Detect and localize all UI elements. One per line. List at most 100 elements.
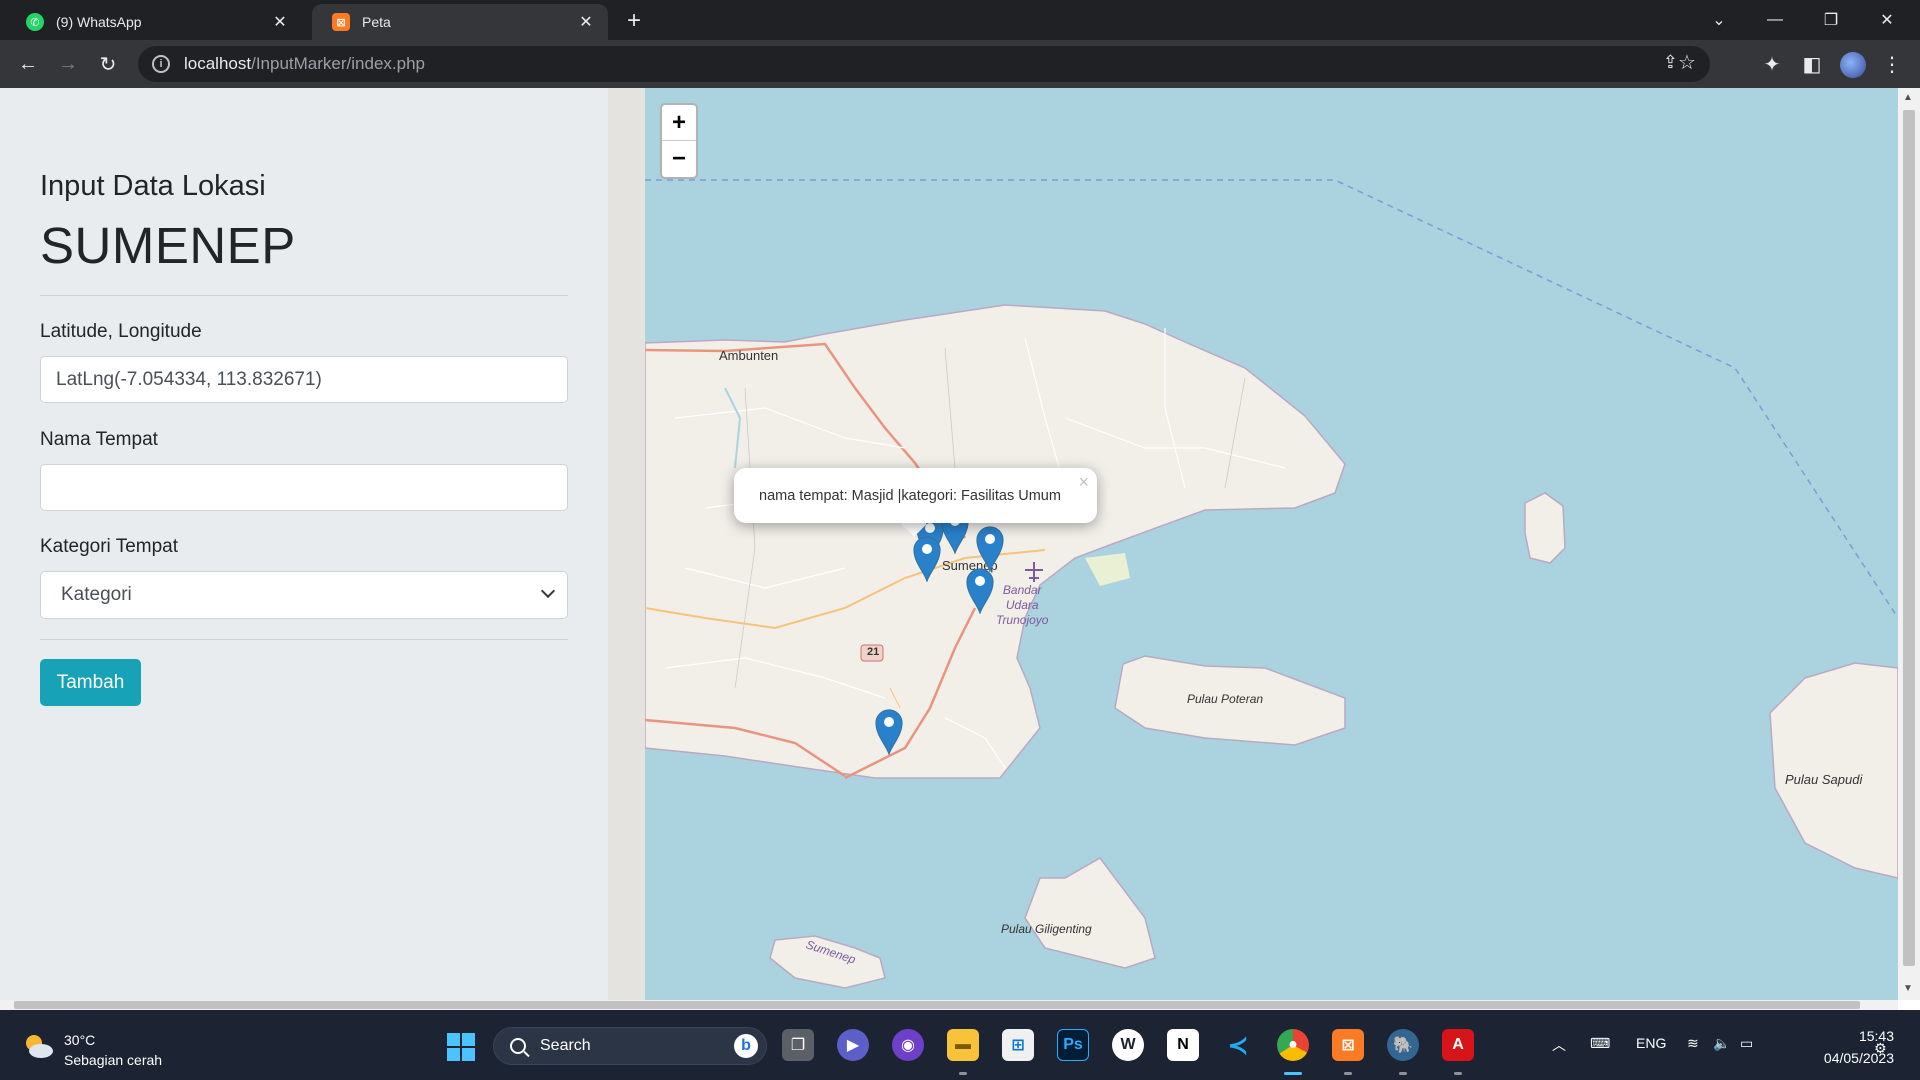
- map-marker[interactable]: [965, 566, 995, 615]
- chevron-down-icon: [540, 583, 556, 599]
- profile-avatar[interactable]: [1840, 52, 1866, 78]
- popup-close-button[interactable]: ×: [1078, 472, 1089, 493]
- extensions-icon[interactable]: ✦: [1756, 48, 1788, 80]
- map-label-giligenting: Pulau Giligenting: [1001, 922, 1092, 936]
- reload-button[interactable]: ↻: [92, 48, 124, 80]
- new-tab-button[interactable]: +: [620, 8, 648, 36]
- minimize-button[interactable]: —: [1747, 0, 1803, 40]
- map-tiles: [645, 179, 1898, 989]
- share-icon[interactable]: ⇪: [1663, 52, 1678, 73]
- wps-office-icon[interactable]: W: [1112, 1029, 1144, 1061]
- site-info-icon[interactable]: i: [152, 55, 170, 73]
- show-hidden-icons-chevron-icon[interactable]: ︿: [1552, 1035, 1566, 1055]
- category-select[interactable]: Kategori: [40, 571, 568, 619]
- search-placeholder: Search: [540, 1037, 591, 1054]
- taskbar-search[interactable]: Search b: [493, 1027, 767, 1065]
- scrollbar-thumb[interactable]: [14, 1001, 1860, 1009]
- latlng-input[interactable]: LatLng(-7.054334, 113.832671): [40, 356, 568, 403]
- small-island: [1524, 492, 1566, 564]
- divider: [40, 639, 568, 640]
- back-button[interactable]: ←: [12, 48, 44, 80]
- marker-pin-icon: [966, 568, 994, 615]
- address-bar[interactable]: i localhost/InputMarker/index.php ⇪ ☆: [138, 46, 1710, 82]
- map-label-ambunten: Ambunten: [719, 348, 779, 363]
- running-indicator: [1454, 1072, 1462, 1075]
- keyboard-icon[interactable]: ⌨: [1590, 1035, 1610, 1052]
- horizontal-scrollbar[interactable]: [0, 1000, 1898, 1010]
- zoom-out-button[interactable]: −: [662, 141, 696, 177]
- close-tab-icon[interactable]: ✕: [270, 12, 290, 32]
- url-path: /InputMarker/index.php: [251, 54, 425, 73]
- close-window-button[interactable]: ✕: [1859, 0, 1915, 40]
- place-name-label: Nama Tempat: [40, 429, 158, 450]
- file-explorer-icon[interactable]: ▬: [947, 1029, 979, 1061]
- running-indicator: [1284, 1072, 1302, 1075]
- weather-temperature: 30°C: [64, 1032, 96, 1048]
- bing-icon[interactable]: b: [734, 1034, 758, 1058]
- marker-pin-icon: [976, 526, 1004, 573]
- vertical-scrollbar[interactable]: ▲ ▼: [1898, 88, 1920, 1000]
- zoom-in-button[interactable]: +: [662, 105, 696, 141]
- acrobat-icon[interactable]: A: [1442, 1029, 1474, 1061]
- vscode-icon[interactable]: ≺: [1222, 1029, 1254, 1061]
- running-indicator: [1344, 1072, 1352, 1075]
- road-shield-label: 21: [867, 646, 880, 658]
- bookmark-star-icon[interactable]: ☆: [1678, 50, 1710, 75]
- tab-whatsapp[interactable]: ✆ (9) WhatsApp ✕: [6, 4, 302, 40]
- close-tab-icon[interactable]: ✕: [576, 12, 596, 32]
- giligenting-island: [1024, 857, 1156, 969]
- latlng-label: Latitude, Longitude: [40, 321, 202, 342]
- chrome-icon[interactable]: ●: [1277, 1029, 1309, 1061]
- running-indicator: [959, 1072, 967, 1075]
- page-heading: Input Data Lokasi: [40, 170, 266, 202]
- xampp-icon[interactable]: ⊠: [1332, 1029, 1364, 1061]
- restore-button[interactable]: ❐: [1803, 0, 1859, 40]
- tab-title: (9) WhatsApp: [56, 14, 142, 30]
- notion-icon[interactable]: N: [1167, 1029, 1199, 1061]
- place-name-input[interactable]: [40, 464, 568, 511]
- volume-icon[interactable]: 🔈: [1713, 1035, 1730, 1052]
- scroll-up-arrow-icon[interactable]: ▲: [1903, 92, 1913, 103]
- pgadmin-icon[interactable]: 🐘: [1387, 1029, 1419, 1061]
- scroll-down-arrow-icon[interactable]: ▼: [1903, 983, 1913, 994]
- map-marker[interactable]: [975, 524, 1005, 573]
- task-view-icon[interactable]: ❐: [782, 1029, 814, 1061]
- github-desktop-icon[interactable]: ◉: [892, 1029, 924, 1061]
- map-left-edge: [608, 88, 645, 1000]
- wifi-icon[interactable]: ≋: [1687, 1035, 1699, 1052]
- marker-popup: nama tempat: Masjid |kategori: Fasilitas…: [734, 468, 1097, 523]
- input-sidebar: Input Data Lokasi SUMENEP Latitude, Long…: [0, 88, 608, 1000]
- leaflet-map[interactable]: Ambunten Sumenep Bandar Udara Trunojoyo …: [645, 88, 1898, 1000]
- microsoft-store-icon[interactable]: ⊞: [1002, 1029, 1034, 1061]
- photoshop-icon[interactable]: Ps: [1057, 1029, 1089, 1061]
- tab-title: Peta: [362, 14, 391, 30]
- weather-description: Sebagian cerah: [64, 1052, 163, 1068]
- partly-sunny-icon[interactable]: [22, 1032, 54, 1060]
- windows-start-icon[interactable]: [447, 1033, 475, 1061]
- notification-icon[interactable]: ⚙: [1874, 1040, 1887, 1057]
- menu-kebab-icon[interactable]: ⋮: [1876, 48, 1908, 80]
- map-marker[interactable]: [874, 707, 904, 756]
- park-area: [1085, 553, 1130, 586]
- map-marker[interactable]: [912, 534, 942, 583]
- browser-toolbar: ← → ↻ i localhost/InputMarker/index.php …: [0, 40, 1920, 88]
- battery-icon[interactable]: ▭: [1740, 1035, 1753, 1052]
- language-indicator[interactable]: ENG: [1636, 1035, 1666, 1051]
- sapudi-island: [1769, 662, 1898, 879]
- popup-text: nama tempat: Masjid |kategori: Fasilitas…: [759, 487, 1061, 504]
- tab-peta[interactable]: ⊠ Peta ✕: [312, 4, 608, 40]
- xampp-icon: ⊠: [332, 13, 350, 31]
- teams-chat-icon[interactable]: ▶: [837, 1029, 869, 1061]
- tab-search-chevron-icon[interactable]: ⌄: [1691, 0, 1747, 40]
- tab-bar: ✆ (9) WhatsApp ✕ ⊠ Peta ✕ + ⌄ — ❐ ✕: [0, 0, 1920, 40]
- scrollbar-thumb[interactable]: [1903, 110, 1915, 966]
- category-label: Kategori Tempat: [40, 536, 179, 557]
- map-label-sapudi: Pulau Sapudi: [1785, 772, 1863, 787]
- add-button[interactable]: Tambah: [40, 659, 141, 706]
- side-panel-icon[interactable]: ◧: [1796, 48, 1828, 80]
- whatsapp-icon: ✆: [26, 13, 44, 31]
- divider: [40, 295, 568, 296]
- search-icon: [510, 1038, 526, 1054]
- zoom-control: + −: [660, 103, 698, 179]
- forward-button[interactable]: →: [52, 48, 84, 80]
